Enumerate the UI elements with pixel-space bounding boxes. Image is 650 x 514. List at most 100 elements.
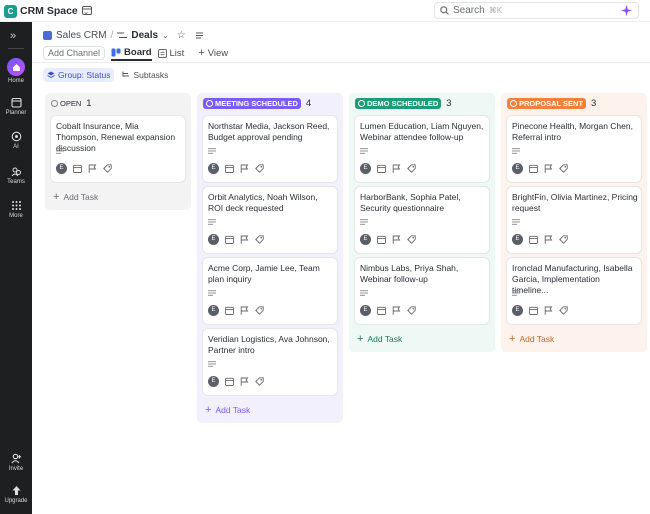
flag-icon[interactable] (544, 306, 553, 315)
rail-home[interactable]: Home (0, 58, 32, 84)
assignee-avatar[interactable]: E (208, 375, 219, 387)
flag-icon[interactable] (392, 235, 401, 244)
ai-sparkle-icon[interactable] (621, 5, 632, 16)
search-bar[interactable]: Search ⌘K (434, 2, 639, 19)
rail-planner[interactable]: Planner (0, 97, 32, 116)
add-task-button[interactable]: + Add Task (53, 191, 98, 203)
calendar-icon[interactable] (82, 5, 92, 15)
menu-icon[interactable] (195, 31, 204, 40)
calendar-icon[interactable] (73, 164, 82, 173)
breadcrumb-current[interactable]: Deals (131, 30, 158, 41)
tab-list[interactable]: List (157, 45, 184, 61)
flag-icon[interactable] (544, 164, 553, 173)
task-card[interactable]: Orbit Analytics, Noah Wilson, ROI deck r… (203, 187, 337, 253)
description-icon (360, 148, 368, 154)
description-icon (512, 290, 520, 296)
tag-icon[interactable] (255, 376, 264, 386)
flag-icon[interactable] (392, 164, 401, 173)
rail-invite[interactable]: Invite (0, 453, 32, 472)
assignee-avatar[interactable]: E (512, 162, 523, 174)
add-view-label: View (207, 47, 229, 59)
subtasks-button[interactable]: Subtasks (122, 70, 168, 80)
assignee-avatar[interactable]: E (512, 304, 523, 316)
calendar-icon[interactable] (377, 235, 386, 244)
add-channel-button[interactable]: Add Channel (43, 46, 106, 60)
flag-icon[interactable] (240, 377, 249, 386)
tab-board[interactable]: Board (111, 45, 152, 61)
assignee-avatar[interactable]: E (360, 304, 371, 316)
add-task-button[interactable]: + Add Task (509, 333, 554, 345)
assignee-avatar[interactable]: E (208, 162, 219, 174)
add-view-button[interactable]: + View (198, 45, 228, 61)
flag-icon[interactable] (240, 164, 249, 173)
calendar-icon[interactable] (377, 164, 386, 173)
description-icon (208, 219, 216, 225)
calendar-icon[interactable] (225, 164, 234, 173)
assignee-avatar[interactable]: E (208, 304, 219, 316)
task-card[interactable]: Lumen Education, Liam Nguyen, Webinar at… (355, 116, 489, 182)
rail-teams[interactable]: Teams (0, 166, 32, 185)
flag-icon[interactable] (544, 235, 553, 244)
rail-label: Home (7, 78, 24, 84)
calendar-icon[interactable] (225, 235, 234, 244)
calendar-icon[interactable] (225, 306, 234, 315)
calendar-icon[interactable] (529, 235, 538, 244)
status-badge: MEETING SCHEDULED (203, 97, 301, 109)
tag-icon[interactable] (407, 234, 416, 244)
task-card[interactable]: Nimbus Labs, Priya Shah, Webinar follow-… (355, 258, 489, 324)
group-by-label: Group: Status (58, 70, 111, 80)
flag-icon[interactable] (88, 164, 97, 173)
group-by-button[interactable]: Group: Status (43, 68, 115, 82)
breadcrumb-parent[interactable]: Sales CRM (56, 30, 107, 41)
tag-icon[interactable] (255, 163, 264, 173)
rail-more[interactable]: More (0, 200, 32, 219)
assignee-avatar[interactable]: E (360, 233, 371, 245)
assignee-avatar[interactable]: E (208, 233, 219, 245)
task-card[interactable]: Ironclad Manufacturing, Isabella Garcia,… (507, 258, 641, 324)
task-card[interactable]: HarborBank, Sophia Patel, Security quest… (355, 187, 489, 253)
assignee-avatar[interactable]: E (56, 162, 67, 174)
tag-icon[interactable] (103, 163, 112, 173)
tag-icon[interactable] (255, 305, 264, 315)
flag-icon[interactable] (240, 235, 249, 244)
assignee-avatar[interactable]: E (360, 162, 371, 174)
subtasks-label: Subtasks (133, 70, 169, 80)
task-meta: E (512, 233, 568, 245)
status-label: PROPOSAL SENT (519, 98, 584, 108)
column-header[interactable]: PROPOSAL SENT 3 (507, 97, 596, 109)
rail-label: AI (13, 144, 19, 150)
status-label: MEETING SCHEDULED (215, 98, 298, 108)
flag-icon[interactable] (240, 306, 249, 315)
tag-icon[interactable] (407, 305, 416, 315)
expand-sidebar-icon[interactable]: » (10, 30, 16, 42)
calendar-icon[interactable] (225, 377, 234, 386)
add-task-button[interactable]: + Add Task (205, 404, 250, 416)
column-header[interactable]: MEETING SCHEDULED 4 (203, 97, 311, 109)
calendar-icon[interactable] (529, 306, 538, 315)
star-icon[interactable]: ☆ (177, 30, 186, 41)
calendar-icon[interactable] (377, 306, 386, 315)
add-task-button[interactable]: + Add Task (357, 333, 402, 345)
rail-upgrade[interactable]: Upgrade (0, 485, 32, 504)
task-card[interactable]: Acme Corp, Jamie Lee, Team plan inquiry E (203, 258, 337, 324)
calendar-icon[interactable] (529, 164, 538, 173)
column-header[interactable]: OPEN 1 (51, 97, 92, 109)
tag-icon[interactable] (559, 305, 568, 315)
task-card[interactable]: Northstar Media, Jackson Reed, Budget ap… (203, 116, 337, 182)
task-title: Cobalt Insurance, Mia Thompson, Renewal … (56, 121, 176, 153)
tag-icon[interactable] (559, 234, 568, 244)
task-card[interactable]: Pinecone Health, Morgan Chen, Referral i… (507, 116, 641, 182)
tag-icon[interactable] (255, 234, 264, 244)
rail-label: Invite (8, 466, 24, 472)
flag-icon[interactable] (392, 306, 401, 315)
chevron-down-icon[interactable]: ⌄ (162, 31, 169, 40)
tag-icon[interactable] (407, 163, 416, 173)
rail-ai[interactable]: AI (0, 131, 32, 150)
column-header[interactable]: DEMO SCHEDULED 3 (355, 97, 452, 109)
task-card[interactable]: BrightFin, Olivia Martinez, Pricing requ… (507, 187, 641, 253)
assignee-avatar[interactable]: E (512, 233, 523, 245)
task-card[interactable]: Cobalt Insurance, Mia Thompson, Renewal … (51, 116, 185, 182)
task-card[interactable]: Veridian Logistics, Ava Johnson, Partner… (203, 329, 337, 395)
workspace-switcher[interactable]: C CRM Space ⌄ (4, 3, 89, 19)
tag-icon[interactable] (559, 163, 568, 173)
